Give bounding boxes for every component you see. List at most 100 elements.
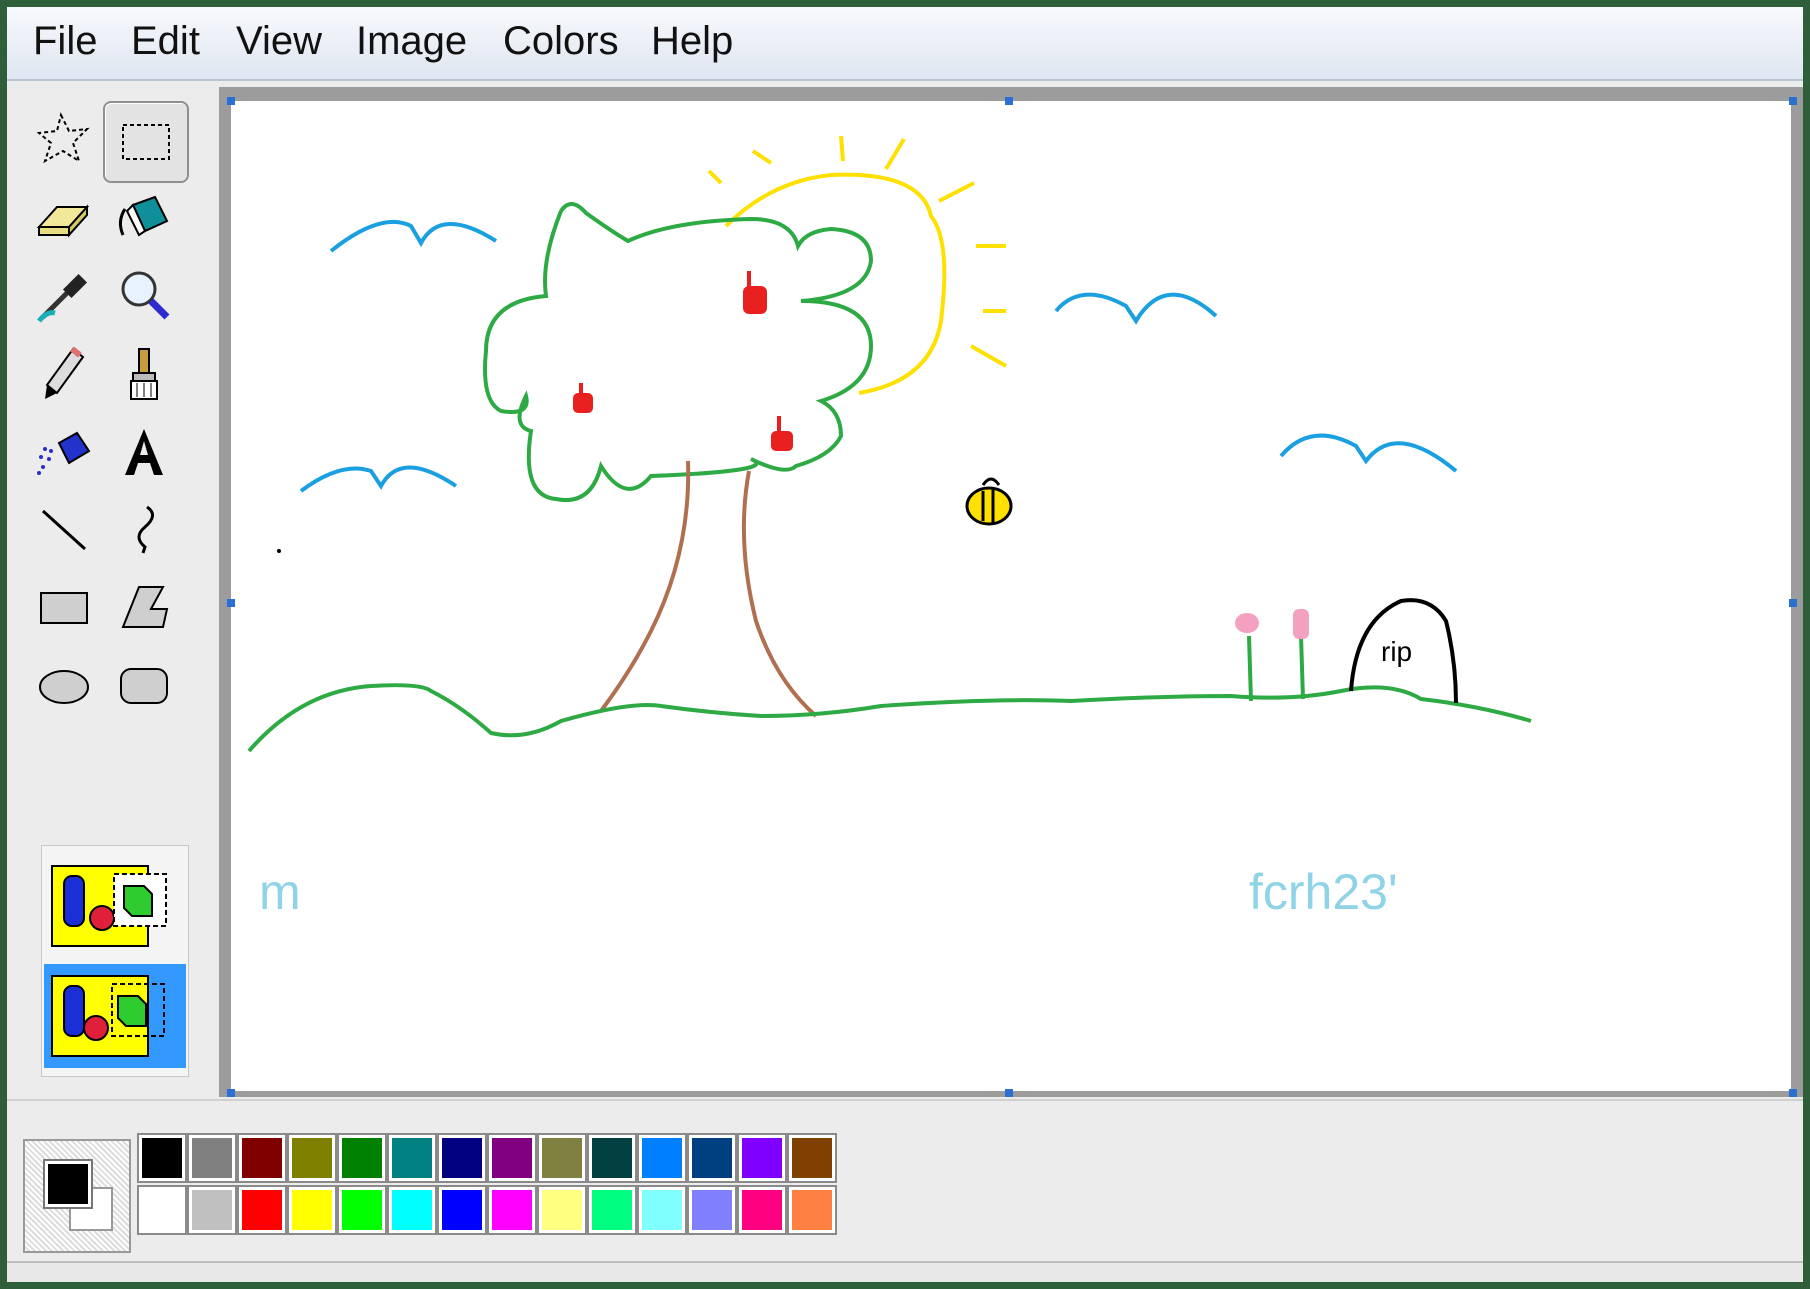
- flowers: [1235, 609, 1309, 702]
- tool-options: [41, 845, 189, 1077]
- color-swatch[interactable]: [637, 1133, 687, 1183]
- resize-handle[interactable]: [1789, 1089, 1797, 1097]
- bee: [965, 477, 1013, 526]
- color-palette: [7, 1099, 1803, 1261]
- eyedropper-icon: [37, 273, 88, 323]
- status-bar: [7, 1261, 1803, 1282]
- color-swatch[interactable]: [537, 1185, 587, 1235]
- color-swatch[interactable]: [437, 1133, 487, 1183]
- tool-line[interactable]: [23, 491, 105, 569]
- apples: [573, 271, 793, 451]
- sun-rays: [707, 135, 1007, 368]
- free-select-icon: [36, 112, 90, 164]
- resize-handle[interactable]: [227, 599, 235, 607]
- color-swatch[interactable]: [487, 1133, 537, 1183]
- bird-stroke: [329, 219, 498, 253]
- tool-polygon[interactable]: [103, 569, 185, 647]
- tool-rectangle[interactable]: [23, 569, 105, 647]
- polygon-icon: [121, 586, 169, 628]
- color-swatch[interactable]: [287, 1133, 337, 1183]
- resize-handle[interactable]: [227, 97, 235, 105]
- color-swatch[interactable]: [787, 1185, 837, 1235]
- tool-eraser[interactable]: [23, 179, 105, 257]
- tombstone-text: rip: [1381, 636, 1412, 667]
- color-swatch[interactable]: [187, 1185, 237, 1235]
- color-swatch[interactable]: [587, 1185, 637, 1235]
- menu-help[interactable]: Help: [647, 19, 737, 63]
- color-swatch[interactable]: [437, 1185, 487, 1235]
- tree-canopy: [483, 202, 874, 502]
- color-swatch[interactable]: [587, 1133, 637, 1183]
- tool-magnifier[interactable]: [103, 257, 185, 335]
- bird-stroke: [299, 465, 458, 493]
- drawing-svg: rip m fcrh23': [247, 135, 1532, 920]
- tool-text[interactable]: [103, 413, 185, 491]
- tree-trunk: [599, 460, 691, 713]
- resize-handle[interactable]: [1005, 1089, 1013, 1097]
- tree-trunk: [741, 470, 818, 718]
- paint-bucket-icon: [118, 195, 169, 237]
- tool-free-form-select[interactable]: [23, 101, 105, 179]
- color-swatch[interactable]: [787, 1133, 837, 1183]
- tool-airbrush[interactable]: [23, 413, 105, 491]
- color-swatch[interactable]: [137, 1185, 187, 1235]
- color-swatch[interactable]: [537, 1133, 587, 1183]
- tool-pick-color[interactable]: [23, 257, 105, 335]
- tool-fill[interactable]: [103, 179, 185, 257]
- color-swatch[interactable]: [687, 1133, 737, 1183]
- color-swatch[interactable]: [337, 1133, 387, 1183]
- rectangle-icon: [40, 592, 88, 624]
- foreground-color[interactable]: [43, 1159, 93, 1209]
- menu-view[interactable]: View: [232, 19, 326, 63]
- tool-curve[interactable]: [103, 491, 185, 569]
- signature-left: m: [259, 864, 301, 920]
- transparent-selection-icon: [51, 975, 165, 1057]
- color-swatch[interactable]: [387, 1133, 437, 1183]
- tool-pencil[interactable]: [23, 335, 105, 413]
- airbrush-icon: [37, 431, 91, 475]
- color-swatch[interactable]: [687, 1185, 737, 1235]
- tool-rounded-rectangle[interactable]: [103, 647, 185, 725]
- line-icon: [41, 509, 87, 551]
- color-swatch[interactable]: [237, 1133, 287, 1183]
- menu-image[interactable]: Image: [352, 19, 471, 63]
- color-swatch[interactable]: [487, 1185, 537, 1235]
- canvas-area: rip m fcrh23': [219, 87, 1803, 1097]
- resize-handle[interactable]: [1789, 97, 1797, 105]
- color-swatch[interactable]: [337, 1185, 387, 1235]
- magnifier-icon: [121, 271, 170, 320]
- brush-icon: [130, 348, 158, 400]
- resize-handle[interactable]: [227, 1089, 235, 1097]
- menu-colors[interactable]: Colors: [499, 19, 623, 63]
- resize-handle[interactable]: [1789, 599, 1797, 607]
- tool-select[interactable]: [103, 101, 189, 183]
- color-swatch[interactable]: [737, 1133, 787, 1183]
- tool-brush[interactable]: [103, 335, 185, 413]
- menu-bar: File Edit View Image Colors Help: [7, 7, 1803, 81]
- transparent-selection-option[interactable]: [44, 964, 186, 1068]
- menu-edit[interactable]: Edit: [127, 19, 204, 63]
- color-swatch[interactable]: [637, 1185, 687, 1235]
- color-swatch[interactable]: [287, 1185, 337, 1235]
- menu-file[interactable]: File: [29, 19, 101, 63]
- rounded-rectangle-icon: [120, 668, 168, 704]
- stray-dot: [277, 549, 281, 553]
- ellipse-icon: [39, 670, 89, 704]
- color-swatch[interactable]: [187, 1133, 237, 1183]
- color-swatch[interactable]: [387, 1185, 437, 1235]
- color-swatch[interactable]: [737, 1185, 787, 1235]
- sun-stroke: [724, 172, 947, 395]
- pencil-icon: [45, 346, 85, 399]
- current-colors[interactable]: [23, 1139, 131, 1253]
- eraser-icon: [36, 204, 90, 238]
- tool-ellipse[interactable]: [23, 647, 105, 725]
- resize-handle[interactable]: [1005, 97, 1013, 105]
- drawing-canvas[interactable]: rip m fcrh23': [231, 101, 1791, 1091]
- color-swatch[interactable]: [137, 1133, 187, 1183]
- curve-icon: [137, 505, 154, 554]
- toolbox: [13, 87, 221, 1097]
- opaque-selection-icon: [51, 865, 167, 947]
- bird-stroke: [1054, 292, 1218, 325]
- color-swatch[interactable]: [237, 1185, 287, 1235]
- opaque-selection-option[interactable]: [44, 854, 186, 958]
